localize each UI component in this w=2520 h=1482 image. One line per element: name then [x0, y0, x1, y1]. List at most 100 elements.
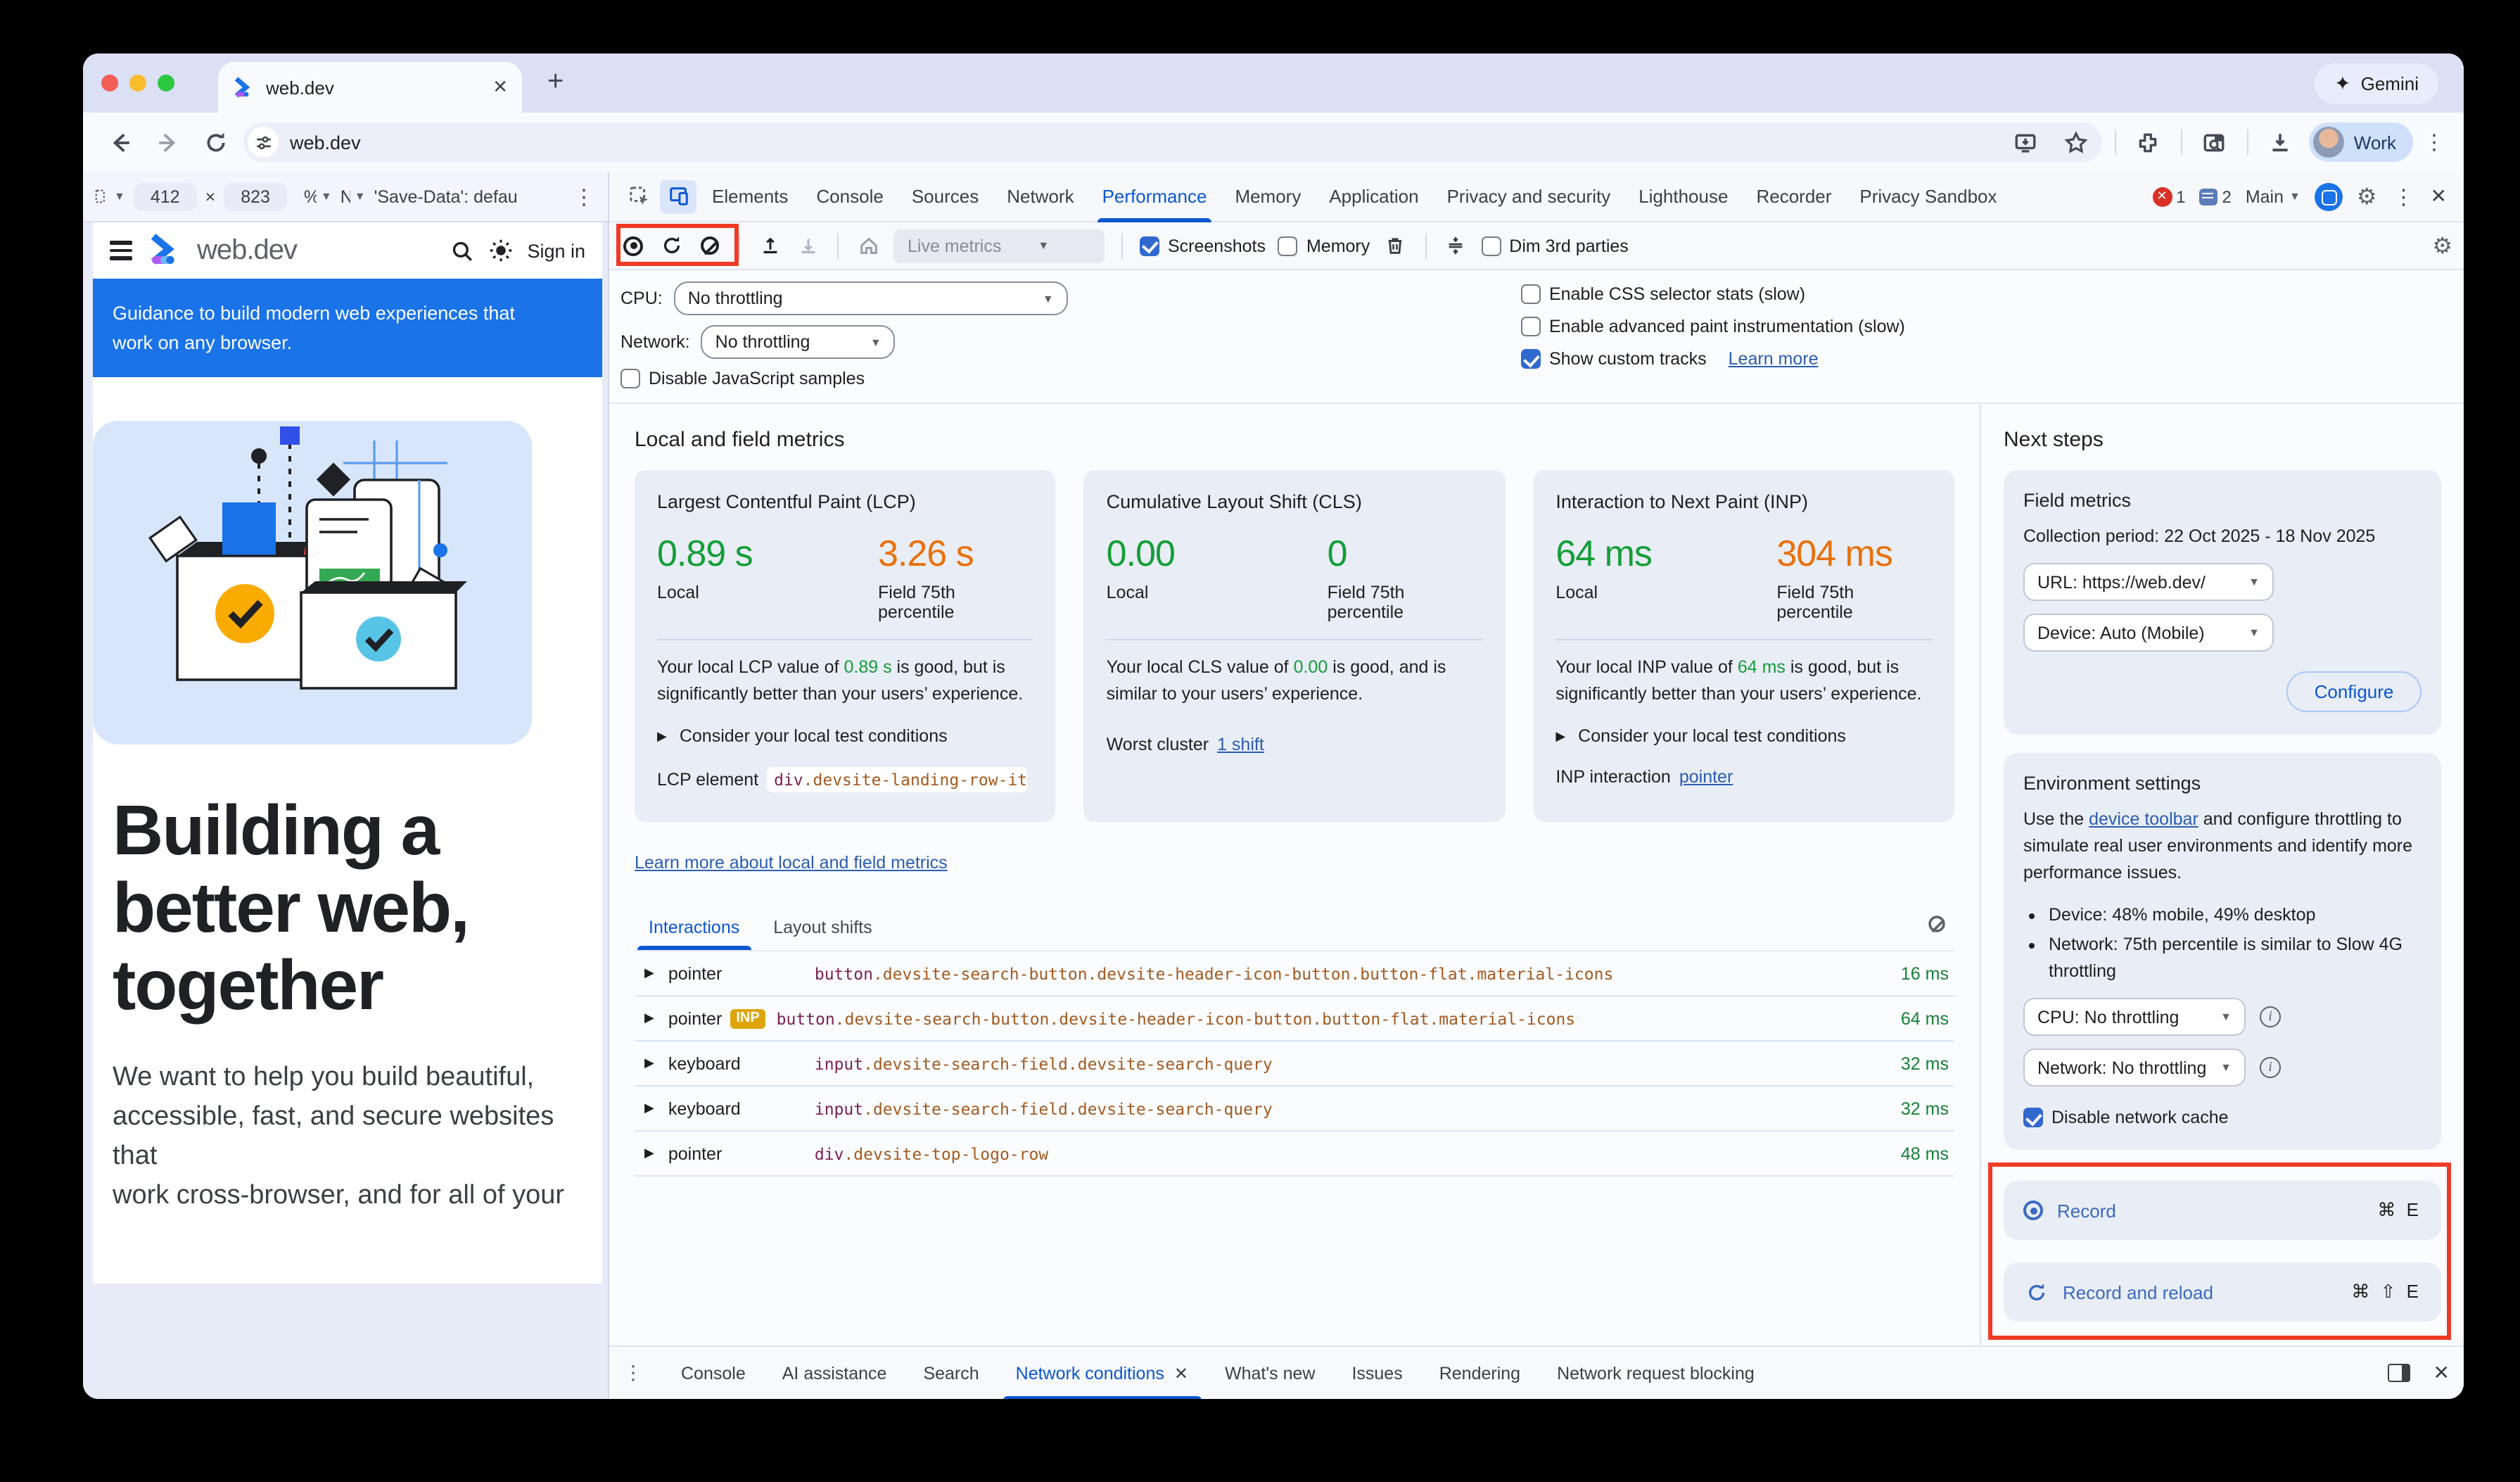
tab-lighthouse[interactable]: Lighthouse [1626, 171, 1741, 222]
back-button[interactable] [100, 122, 139, 162]
gemini-button[interactable]: ✦ Gemini [2315, 63, 2438, 104]
worst-cluster-link[interactable]: 1 shift [1217, 735, 1264, 754]
memory-checkbox[interactable]: Memory [1278, 236, 1370, 255]
extensions-icon[interactable] [2129, 122, 2168, 162]
tab-network[interactable]: Network [994, 171, 1086, 222]
browser-tab[interactable]: web.dev ✕ [218, 62, 522, 113]
capture-settings-gear-icon[interactable]: ⚙ [2432, 232, 2452, 260]
drawer-tab-issues[interactable]: Issues [1333, 1346, 1420, 1399]
promo-banner[interactable]: Guidance to build modern web experiences… [93, 279, 602, 377]
drawer-tab-console[interactable]: Console [663, 1346, 764, 1399]
advanced-paint-checkbox[interactable]: Enable advanced paint instrumentation (s… [1521, 317, 1905, 336]
disable-network-cache-checkbox[interactable]: Disable network cache [2023, 1108, 2422, 1127]
reload-button[interactable] [196, 122, 235, 162]
downloads-icon[interactable] [2261, 122, 2301, 162]
tab-privacy-sandbox[interactable]: Privacy Sandbox [1847, 171, 2009, 222]
interaction-row[interactable]: ▶ pointer INP button.devsite-search-butt… [635, 996, 1954, 1041]
tab-sources[interactable]: Sources [899, 171, 991, 222]
clear-log-icon[interactable] [1928, 916, 1945, 932]
device-toolbar-link[interactable]: device toolbar [2089, 809, 2198, 829]
inp-test-conditions-expander[interactable]: ▶Consider your local test conditions [1555, 726, 1932, 746]
zoom-dropdown[interactable]: %▼ [304, 186, 332, 206]
browser-menu-icon[interactable]: ⋮ [2422, 129, 2447, 155]
hamburger-menu-icon[interactable] [110, 241, 132, 260]
device-height-input[interactable]: 823 [224, 182, 287, 210]
device-toolbar-toggle-icon[interactable] [660, 179, 696, 213]
site-logo-text[interactable]: web.dev [197, 234, 297, 267]
home-live-metrics-icon[interactable] [855, 233, 881, 258]
site-settings-icon[interactable] [248, 127, 279, 158]
cpu-info-icon[interactable]: i [2260, 1006, 2281, 1027]
throttle-dropdown[interactable]: N▼ [341, 186, 366, 206]
drawer-tab-network-request-blocking[interactable]: Network request blocking [1539, 1346, 1773, 1399]
devtools-close-icon[interactable]: ✕ [2431, 184, 2447, 208]
message-badge[interactable]: 2 [2199, 186, 2231, 206]
load-profile-icon[interactable] [757, 233, 782, 258]
tab-interactions[interactable]: Interactions [635, 909, 753, 950]
url-text[interactable]: web.dev [290, 132, 1995, 153]
save-data-label[interactable]: 'Save-Data': defau [374, 186, 518, 206]
inspect-element-icon[interactable] [621, 179, 657, 213]
new-tab-button[interactable]: + [547, 68, 564, 96]
collapse-sections-icon[interactable] [1443, 233, 1468, 258]
clear-button[interactable] [696, 233, 722, 258]
zoom-window-button[interactable] [158, 75, 174, 91]
tab-performance[interactable]: Performance [1090, 171, 1220, 222]
forward-button[interactable] [148, 122, 187, 162]
env-cpu-select[interactable]: CPU: No throttling▼ [2023, 998, 2246, 1036]
tab-console[interactable]: Console [803, 171, 896, 222]
drawer-tab-network-conditions[interactable]: Network conditions✕ [998, 1346, 1207, 1399]
bookmark-star-icon[interactable] [2057, 122, 2096, 162]
env-network-select[interactable]: Network: No throttling▼ [2023, 1049, 2246, 1087]
tab-privacy-security[interactable]: Privacy and security [1434, 171, 1624, 222]
row-expander-icon[interactable]: ▶ [644, 1011, 654, 1026]
row-expander-icon[interactable]: ▶ [644, 1056, 654, 1071]
tab-memory[interactable]: Memory [1222, 171, 1313, 222]
main-target-dropdown[interactable]: Main▼ [2246, 186, 2301, 206]
drawer-tab-close-icon[interactable]: ✕ [1174, 1363, 1188, 1383]
minimize-window-button[interactable] [129, 75, 146, 91]
drawer-tab-ai-assistance[interactable]: AI assistance [764, 1346, 905, 1399]
row-expander-icon[interactable]: ▶ [644, 1101, 654, 1116]
tab-layout-shifts[interactable]: Layout shifts [759, 909, 886, 950]
garbage-collect-icon[interactable] [1382, 233, 1408, 258]
tab-elements[interactable]: Elements [699, 171, 801, 222]
row-expander-icon[interactable]: ▶ [644, 1146, 654, 1161]
network-throttle-select[interactable]: No throttling▼ [701, 325, 896, 359]
lcp-test-conditions-expander[interactable]: ▶Consider your local test conditions [657, 726, 1033, 746]
custom-tracks-checkbox[interactable]: Show custom tracks Learn more [1521, 349, 1905, 369]
record-button[interactable] [621, 233, 646, 258]
dim-3rd-parties-checkbox[interactable]: Dim 3rd parties [1481, 236, 1629, 255]
field-device-select[interactable]: Device: Auto (Mobile)▼ [2023, 614, 2274, 652]
tab-recorder[interactable]: Recorder [1743, 171, 1844, 222]
inp-interaction-link[interactable]: pointer [1679, 767, 1733, 787]
gemini-devtools-icon[interactable] [2315, 182, 2343, 210]
learn-more-metrics-link[interactable]: Learn more about local and field metrics [635, 853, 948, 873]
drawer-tab-rendering[interactable]: Rendering [1421, 1346, 1539, 1399]
drawer-tab-search[interactable]: Search [905, 1346, 997, 1399]
omnibox[interactable]: web.dev [243, 122, 2102, 162]
sign-in-button[interactable]: Sign in [527, 240, 585, 261]
window-controls[interactable] [101, 75, 174, 91]
interaction-row[interactable]: ▶ pointer div.devsite-top-logo-row 48 ms [635, 1132, 1954, 1177]
save-profile-icon[interactable] [795, 233, 820, 258]
tab-application[interactable]: Application [1316, 171, 1431, 222]
drawer-layout-icon[interactable] [2388, 1364, 2411, 1382]
device-width-input[interactable]: 412 [134, 182, 197, 210]
configure-button[interactable]: Configure [2286, 671, 2422, 712]
site-search-icon[interactable] [450, 239, 473, 262]
tab-search-icon[interactable] [2195, 122, 2234, 162]
tab-close-icon[interactable]: ✕ [492, 76, 508, 99]
lcp-element-link[interactable]: div.devsite-landing-row-ite… [767, 767, 1027, 792]
disable-js-samples-checkbox[interactable]: Disable JavaScript samples [621, 369, 1521, 388]
drawer-menu-icon[interactable]: ⋮ [623, 1361, 643, 1385]
interaction-row[interactable]: ▶ keyboard input.devsite-search-field.de… [635, 1041, 1954, 1087]
field-url-select[interactable]: URL: https://web.dev/▼ [2023, 563, 2274, 601]
drawer-tab-whats-new[interactable]: What's new [1207, 1346, 1333, 1399]
interaction-row[interactable]: ▶ keyboard input.devsite-search-field.de… [635, 1087, 1954, 1132]
screenshots-checkbox[interactable]: Screenshots [1140, 236, 1266, 255]
record-action-button[interactable]: Record ⌘ E [2004, 1181, 2441, 1240]
custom-tracks-learn-more-link[interactable]: Learn more [1729, 349, 1819, 369]
record-and-reload-button[interactable] [658, 233, 684, 258]
close-window-button[interactable] [101, 75, 118, 91]
